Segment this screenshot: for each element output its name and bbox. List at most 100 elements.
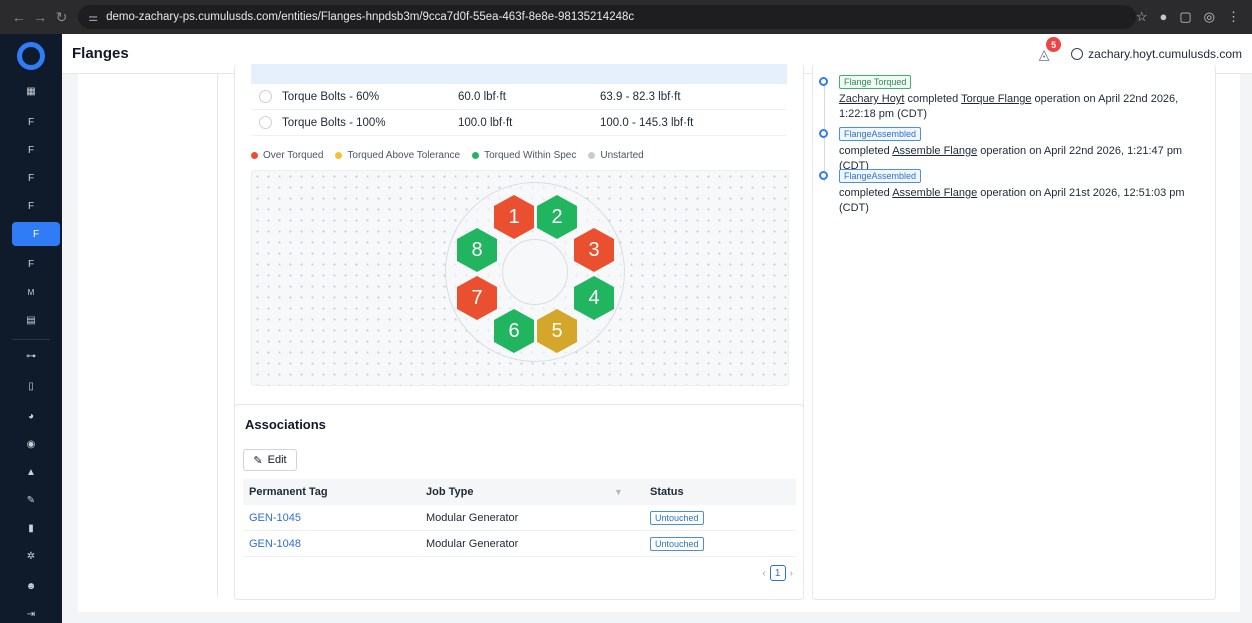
analytics-icon[interactable]: ◕ xyxy=(12,404,50,428)
legend-item: Torqued Above Tolerance xyxy=(335,150,460,161)
site-settings-icon[interactable]: ⚌ xyxy=(88,11,98,24)
clipboard-icon[interactable]: ▮ xyxy=(12,516,50,540)
permanent-tag-link[interactable]: GEN-1045 xyxy=(249,512,301,524)
timeline-item: Flange Torqued Zachary Hoyt completed To… xyxy=(819,74,1207,122)
timeline-operation-link[interactable]: Assemble Flange xyxy=(892,187,977,199)
activity-timeline-card: Flange Torqued Zachary Hoyt completed To… xyxy=(812,64,1216,600)
sidebar-divider xyxy=(12,339,50,340)
timeline-dot-icon xyxy=(819,129,828,138)
forward-icon[interactable]: → xyxy=(29,9,50,25)
url-text: demo-zachary-ps.cumulusds.com/entities/F… xyxy=(106,11,635,23)
page-number-button[interactable]: 1 xyxy=(769,565,786,581)
address-bar[interactable]: ⚌ demo-zachary-ps.cumulusds.com/entities… xyxy=(78,5,1136,29)
pagination: ‹ 1 › xyxy=(762,565,793,581)
column-header-job-type[interactable]: Job Type xyxy=(426,486,614,498)
torque-step-name: Torque Bolts - 100% xyxy=(282,116,386,129)
associations-title: Associations xyxy=(245,417,326,432)
timeline-user-link[interactable]: Zachary Hoyt xyxy=(839,93,904,105)
legend-label: Unstarted xyxy=(600,150,644,161)
legend-item: Over Torqued xyxy=(251,150,323,161)
torque-step-radio[interactable] xyxy=(259,116,272,129)
torque-step-range: 63.9 - 82.3 lbf·ft xyxy=(600,90,681,103)
legend-label: Over Torqued xyxy=(263,150,324,161)
timeline-dot-icon xyxy=(819,171,828,180)
legend-item: Unstarted xyxy=(588,150,644,161)
app-logo[interactable] xyxy=(17,42,45,70)
main-content: Torque Bolts - 60% 60.0 lbf·ft 63.9 - 82… xyxy=(78,64,1240,612)
timeline-operation-link[interactable]: Torque Flange xyxy=(961,93,1031,105)
timeline-verb: completed xyxy=(839,187,890,199)
bookmark-star-icon[interactable]: ☆ xyxy=(1136,9,1148,25)
extension-icon[interactable]: ● xyxy=(1160,9,1168,25)
back-icon[interactable]: ← xyxy=(8,9,29,25)
edit-associations-button[interactable]: ✎ Edit xyxy=(243,449,297,471)
timeline-item: FlangeAssembled completed Assemble Flang… xyxy=(819,126,1207,174)
sidebar-item-2[interactable]: F xyxy=(12,138,50,162)
edit-pencil-icon: ✎ xyxy=(253,454,263,467)
torque-step-target: 60.0 lbf·ft xyxy=(458,90,506,103)
reload-icon[interactable]: ↻ xyxy=(51,9,72,26)
torque-legend: Over Torqued Torqued Above Tolerance Tor… xyxy=(251,150,644,161)
calendar-icon[interactable]: ▤ xyxy=(12,308,50,332)
page-title: Flanges xyxy=(72,45,129,62)
sidebar-item-4[interactable]: F xyxy=(12,194,50,218)
connections-icon[interactable]: ⊶ xyxy=(12,344,50,368)
torque-step-row[interactable]: Torque Bolts - 100% 100.0 lbf·ft 100.0 -… xyxy=(251,110,787,136)
sidebar-item-1[interactable]: F xyxy=(12,110,50,134)
warning-icon[interactable]: ▲ xyxy=(12,460,50,484)
wrench-icon[interactable]: ✎ xyxy=(12,488,50,512)
column-divider xyxy=(217,74,218,596)
torque-step-target: 100.0 lbf·ft xyxy=(458,116,513,129)
app-sidebar: ▦ F F F F F F M ▤ ⊶ ▯ ◕ ◉ ▲ ✎ ▮ ✲ ☻ ⇥ xyxy=(0,34,62,623)
permanent-tag-link[interactable]: GEN-1048 xyxy=(249,538,301,550)
notifications-bell-icon[interactable]: ◬ 5 xyxy=(1033,37,1062,65)
legend-label: Torqued Above Tolerance xyxy=(347,150,461,161)
column-header-status[interactable]: Status xyxy=(650,486,790,498)
job-type-cell: Modular Generator xyxy=(426,511,519,524)
legend-dot-icon xyxy=(472,152,480,159)
view-icon[interactable]: ◉ xyxy=(12,432,50,456)
legend-label: Torqued Within Spec xyxy=(484,150,577,161)
associations-table-header: Permanent Tag Job Type ▼ Status xyxy=(243,479,796,505)
edit-button-label: Edit xyxy=(267,454,287,466)
flange-inner-ring xyxy=(502,239,568,305)
timeline-dot-icon xyxy=(819,77,828,86)
column-header-permanent-tag[interactable]: Permanent Tag xyxy=(243,486,426,498)
filter-icon[interactable]: ▼ xyxy=(614,487,650,497)
browser-toolbar: ← → ↻ ⚌ demo-zachary-ps.cumulusds.com/en… xyxy=(0,0,1252,34)
status-badge: Untouched xyxy=(650,510,704,525)
timeline-text: Zachary Hoyt completed Torque Flange ope… xyxy=(839,92,1207,122)
prev-page-icon[interactable]: ‹ xyxy=(762,568,765,579)
browser-menu-icon[interactable]: ⋮ xyxy=(1227,9,1240,25)
event-tag: Flange Torqued xyxy=(839,75,912,89)
torque-step-radio[interactable] xyxy=(259,90,272,103)
torque-step-row[interactable]: Torque Bolts - 60% 60.0 lbf·ft 63.9 - 82… xyxy=(251,84,787,110)
dashboard-icon[interactable]: ▦ xyxy=(12,79,50,103)
timeline-operation-link[interactable]: Assemble Flange xyxy=(892,145,977,157)
flange-bolt-diagram: 1 2 3 4 5 6 7 8 xyxy=(251,170,789,386)
timeline-item: FlangeAssembled completed Assemble Flang… xyxy=(819,168,1207,216)
document-icon[interactable]: ▯ xyxy=(12,374,50,398)
logout-icon[interactable]: ⇥ xyxy=(12,602,50,623)
sidebar-item-3[interactable]: F xyxy=(12,166,50,190)
next-page-icon[interactable]: › xyxy=(790,568,793,579)
sidebar-item-6[interactable]: F xyxy=(12,252,50,276)
legend-item: Torqued Within Spec xyxy=(472,150,576,161)
profile-icon[interactable]: ◎ xyxy=(1204,9,1215,25)
user-icon xyxy=(1071,48,1084,60)
extensions-puzzle-icon[interactable]: ▢ xyxy=(1179,9,1191,25)
settings-gear-icon[interactable]: ✲ xyxy=(12,544,50,568)
legend-dot-icon xyxy=(251,152,258,159)
users-icon[interactable]: ☻ xyxy=(12,574,50,598)
associations-card: Associations ✎ Edit Permanent Tag Job Ty… xyxy=(234,404,804,600)
sidebar-item-flanges[interactable]: F xyxy=(12,222,60,246)
page-bottom-edge xyxy=(62,612,1252,623)
sidebar-item-7[interactable]: M xyxy=(12,280,50,304)
timeline-verb: completed xyxy=(907,93,959,105)
timeline-text: completed Assemble Flange operation on A… xyxy=(839,186,1207,216)
legend-dot-icon xyxy=(335,152,343,159)
user-menu[interactable]: zachary.hoyt.cumulusds.com xyxy=(1071,47,1242,61)
torque-step-range: 100.0 - 145.3 lbf·ft xyxy=(600,116,694,129)
timeline-verb: completed xyxy=(839,145,890,157)
event-tag: FlangeAssembled xyxy=(839,127,922,141)
